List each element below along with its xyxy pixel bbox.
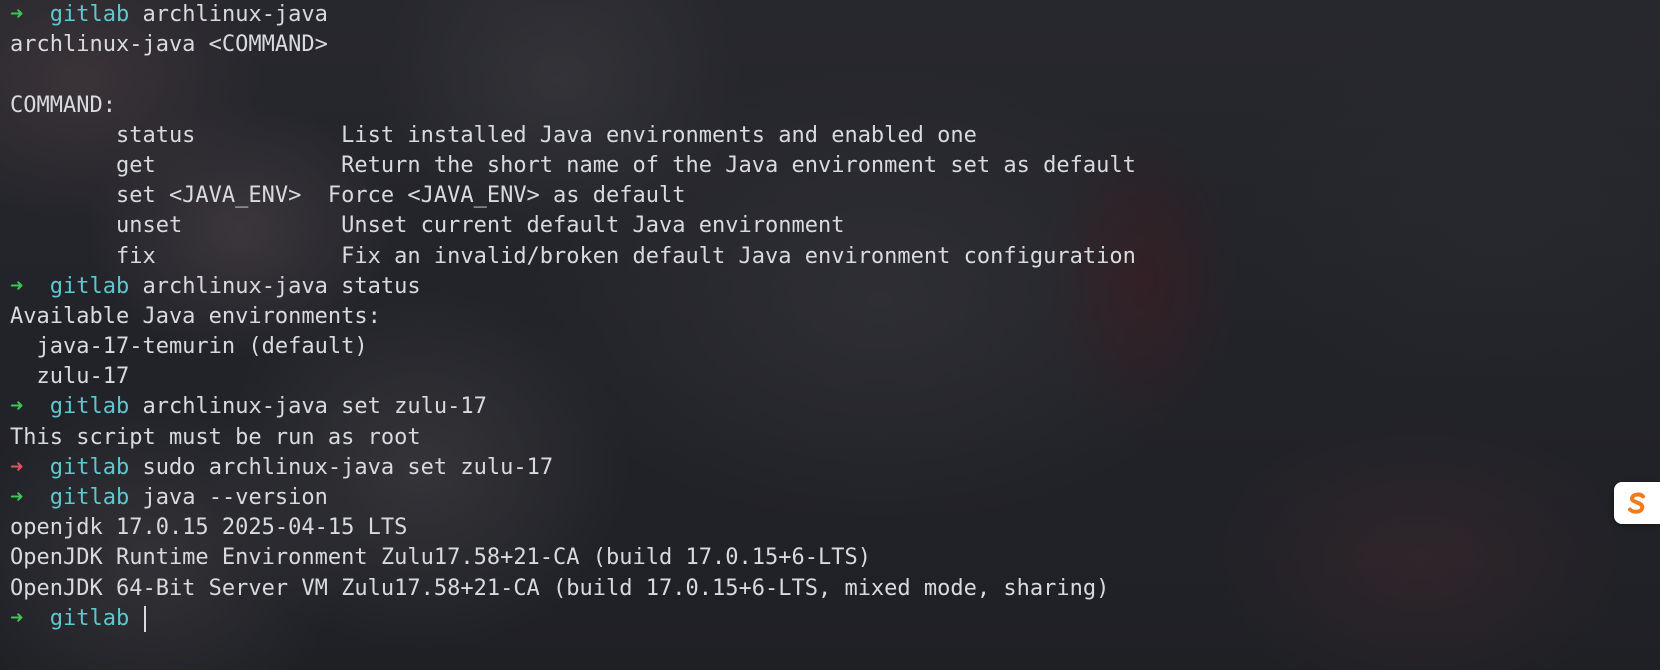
output-line: unset Unset current default Java environ… bbox=[10, 213, 845, 239]
prompt-directory: gitlab bbox=[49, 394, 130, 420]
sogou-s-icon bbox=[1628, 492, 1645, 514]
command-text: sudo archlinux-java set zulu-17 bbox=[142, 454, 554, 480]
output-line: get Return the short name of the Java en… bbox=[10, 152, 1136, 178]
output-line: zulu-17 bbox=[10, 364, 130, 390]
prompt-arrow-icon: ➜ bbox=[10, 2, 24, 27]
text-cursor[interactable] bbox=[144, 605, 147, 632]
output-line: OpenJDK 64-Bit Server VM Zulu17.58+21-CA… bbox=[10, 575, 1110, 601]
prompt-arrow-icon: ➜ bbox=[10, 485, 24, 510]
output-line: set <JAVA_ENV> Force <JAVA_ENV> as defau… bbox=[10, 183, 686, 209]
prompt-arrow-icon: ➜ bbox=[10, 273, 24, 299]
prompt-arrow-icon: ➜ bbox=[10, 394, 24, 420]
prompt-arrow-error-icon: ➜ bbox=[10, 454, 24, 480]
prompt-line: ➜ gitlab java --version bbox=[10, 483, 1660, 513]
command-text: archlinux-java bbox=[142, 2, 328, 27]
output-line: openjdk 17.0.15 2025-04-15 LTS bbox=[10, 515, 408, 541]
terminal-output: ➜ gitlab archlinux-java archlinux-java <C… bbox=[0, 0, 1660, 634]
prompt-directory: gitlab bbox=[49, 2, 130, 27]
prompt-directory: gitlab bbox=[49, 605, 130, 631]
command-text: java --version bbox=[142, 485, 328, 510]
output-line: COMMAND: bbox=[10, 92, 116, 118]
prompt-line: ➜ gitlab sudo archlinux-java set zulu-17 bbox=[10, 453, 1660, 483]
prompt-directory: gitlab bbox=[49, 454, 130, 480]
prompt-directory: gitlab bbox=[49, 273, 130, 299]
output-line: OpenJDK Runtime Environment Zulu17.58+21… bbox=[10, 545, 871, 571]
output-line: Available Java environments: bbox=[10, 303, 381, 329]
terminal-window[interactable]: ➜ gitlab archlinux-java archlinux-java <C… bbox=[0, 0, 1660, 670]
prompt-line: ➜ gitlab bbox=[10, 604, 1660, 634]
prompt-line: ➜ gitlab archlinux-java bbox=[10, 0, 1660, 30]
prompt-arrow-icon: ➜ bbox=[10, 605, 24, 631]
prompt-line: ➜ gitlab archlinux-java status bbox=[10, 272, 1660, 302]
output-line: archlinux-java <COMMAND> bbox=[10, 32, 328, 58]
output-line: fix Fix an invalid/broken default Java e… bbox=[10, 243, 1136, 269]
command-text: archlinux-java set zulu-17 bbox=[142, 394, 487, 420]
prompt-line: ➜ gitlab archlinux-java set zulu-17 bbox=[10, 392, 1660, 422]
output-line: This script must be run as root bbox=[10, 424, 421, 450]
prompt-directory: gitlab bbox=[49, 485, 130, 510]
output-line: status List installed Java environments … bbox=[10, 122, 977, 148]
command-text: archlinux-java status bbox=[142, 273, 421, 299]
output-line: java-17-temurin (default) bbox=[10, 334, 368, 360]
ime-status-badge[interactable] bbox=[1614, 482, 1660, 524]
